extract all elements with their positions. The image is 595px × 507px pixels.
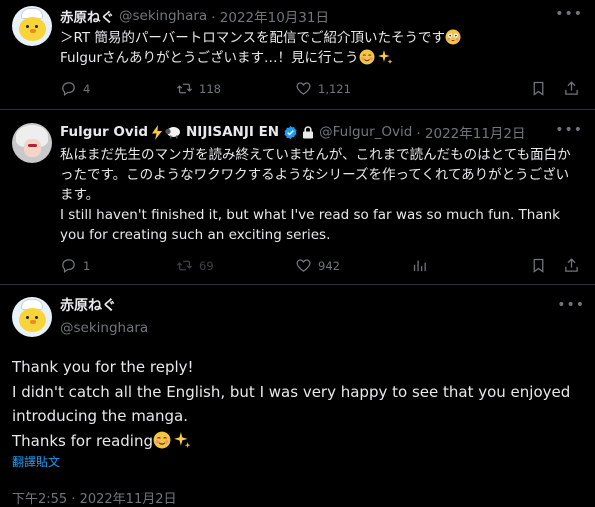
share-button[interactable]: [563, 80, 580, 97]
author-name[interactable]: 赤原ねぐ: [60, 6, 114, 26]
bookmark-icon: [533, 258, 544, 273]
tweet-header: Fulgur Ovid NIJISANJI EN @Fulgur_Ovid · …: [60, 122, 526, 142]
tweet-line: Thank you for the reply!: [12, 358, 194, 376]
action-bar: 1 69 942: [60, 257, 580, 277]
tweet-body-ja: 私はまだ先生のマンガを読み終えていませんが、これまで読んだものはとても面白かった…: [60, 147, 571, 203]
like-icon: [296, 82, 311, 95]
bookmark-button[interactable]: [530, 257, 547, 274]
bookmark-button[interactable]: [530, 80, 547, 97]
tweet-text: ＞RT 簡易的パーバートロマンスを配信でご紹介頂いたそうです Fulgurさんあ…: [60, 28, 580, 68]
main-tweet: 赤原ねぐ @sekinghara ••• Thank you for the r…: [0, 285, 595, 507]
lock-icon: [303, 125, 314, 138]
tweet-line: I didn't catch all the English, but I wa…: [12, 382, 571, 426]
reply-icon: [62, 82, 75, 96]
retweet-button[interactable]: 69: [176, 257, 214, 274]
author-name-suffix[interactable]: NIJISANJI EN: [186, 124, 279, 140]
tweet-header: 赤原ねぐ @sekinghara · 2022年10月31日: [60, 6, 329, 26]
verified-icon: [284, 125, 297, 139]
like-button[interactable]: 942: [295, 257, 340, 274]
reply-count: 1: [83, 258, 91, 273]
sparkles-emoji-icon: [377, 50, 393, 64]
author-handle[interactable]: @sekinghara: [119, 8, 207, 24]
like-count: 1,121: [318, 81, 351, 96]
author-handle[interactable]: @sekinghara: [60, 320, 148, 336]
retweet-button[interactable]: 118: [176, 80, 221, 97]
translate-link[interactable]: 翻譯貼文: [12, 453, 60, 470]
like-button[interactable]: 1,121: [295, 80, 351, 97]
author-block: 赤原ねぐ @sekinghara: [60, 295, 148, 336]
share-button[interactable]: [563, 257, 580, 274]
tweet-timestamp[interactable]: 下午2:55 · 2022年11月2日: [12, 488, 177, 507]
flushed-face-emoji-icon: [445, 29, 461, 45]
reply-button[interactable]: 1: [60, 257, 90, 274]
more-icon[interactable]: •••: [555, 6, 583, 22]
share-icon: [565, 81, 578, 95]
smiling-face-emoji-icon: [153, 431, 171, 448]
smiling-face-emoji-icon: [359, 49, 375, 65]
like-count: 942: [318, 258, 340, 273]
tweet-date[interactable]: · 2022年10月31日: [211, 6, 329, 26]
more-icon[interactable]: •••: [557, 297, 585, 313]
action-bar: 4 118 1,121: [60, 80, 580, 100]
tweet-line: Thanks for reading: [12, 431, 154, 450]
lightning-emoji-icon: [152, 124, 162, 140]
sparkles-emoji-icon: [174, 431, 191, 448]
bookmark-icon: [533, 81, 544, 96]
avatar[interactable]: [12, 297, 52, 337]
tweet-line: Fulgurさんありがとうございます…！見に行こう: [60, 50, 359, 66]
reply-count: 4: [83, 81, 91, 96]
views-icon: [413, 260, 426, 272]
reply-icon: [62, 259, 75, 273]
author-name[interactable]: Fulgur Ovid: [60, 124, 148, 140]
tweet-text: 私はまだ先生のマンガを読み終えていませんが、これまで読んだものはとても面白かった…: [60, 145, 580, 245]
retweet-icon: [176, 83, 193, 94]
tweet-body-en: I still haven't finished it, but what I'…: [60, 207, 560, 243]
tweet-1[interactable]: 赤原ねぐ @sekinghara · 2022年10月31日 ••• ＞RT 簡…: [0, 0, 595, 110]
author-handle[interactable]: @Fulgur_Ovid: [319, 124, 412, 140]
retweet-count: 69: [199, 258, 214, 273]
tweet-text: Thank you for the reply! I didn't catch …: [12, 355, 582, 453]
views-button[interactable]: [411, 257, 428, 274]
avatar[interactable]: [12, 123, 52, 163]
sheep-emoji-icon: [165, 127, 180, 139]
more-icon[interactable]: •••: [555, 122, 583, 138]
reply-button[interactable]: 4: [60, 80, 90, 97]
tweet-date[interactable]: · 2022年11月2日: [416, 122, 525, 142]
tweet-2[interactable]: Fulgur Ovid NIJISANJI EN @Fulgur_Ovid · …: [0, 110, 595, 285]
like-icon: [296, 259, 311, 272]
retweet-icon: [176, 260, 193, 271]
tweet-line: ＞RT 簡易的パーバートロマンスを配信でご紹介頂いたそうです: [60, 30, 446, 46]
avatar[interactable]: [12, 6, 52, 46]
share-icon: [565, 258, 578, 272]
retweet-count: 118: [199, 81, 221, 96]
author-name[interactable]: 赤原ねぐ: [60, 295, 148, 315]
